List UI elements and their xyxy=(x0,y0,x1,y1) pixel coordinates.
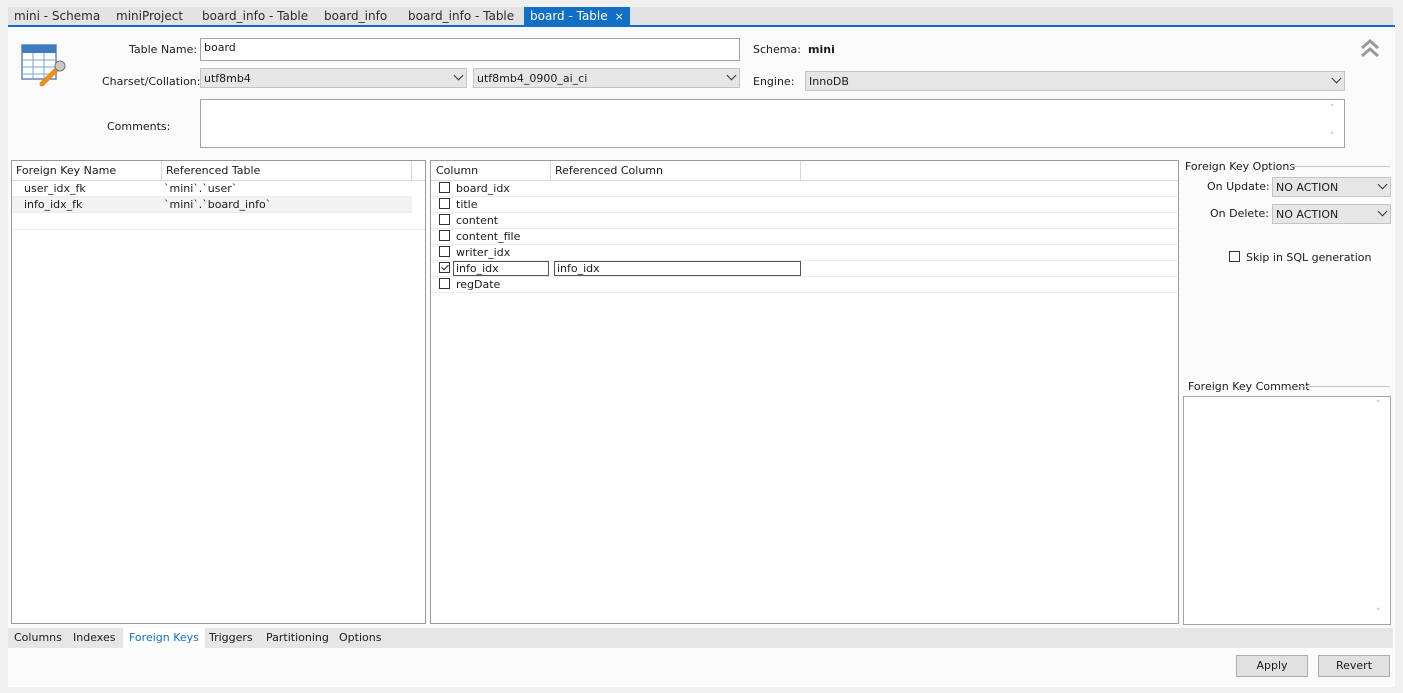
on-update-select[interactable]: NO ACTION xyxy=(1272,177,1391,197)
chevron-down-icon xyxy=(453,70,464,81)
charset-select[interactable]: utf8mb4 xyxy=(200,68,467,88)
on-update-value: NO ACTION xyxy=(1276,181,1339,194)
column-divider xyxy=(550,161,551,180)
tab-indexes[interactable]: Indexes xyxy=(73,628,115,648)
on-delete-value: NO ACTION xyxy=(1276,208,1339,221)
column-checkbox[interactable] xyxy=(439,182,450,193)
group-line xyxy=(1298,386,1390,387)
row-separator xyxy=(12,229,425,230)
column-checkbox[interactable] xyxy=(439,230,450,241)
schema-value: mini xyxy=(808,43,835,56)
scroll-down-icon[interactable]: ˅ xyxy=(1330,132,1335,142)
column-row[interactable]: title xyxy=(431,197,1178,213)
column-checkbox[interactable] xyxy=(439,246,450,257)
tab-partitioning[interactable]: Partitioning xyxy=(266,628,329,648)
schema-label: Schema: xyxy=(753,43,801,56)
chevron-down-icon xyxy=(1377,179,1388,190)
on-delete-label: On Delete: xyxy=(1210,207,1269,220)
collation-select[interactable]: utf8mb4_0900_ai_ci xyxy=(473,68,740,88)
tab-miniproject[interactable]: miniProject xyxy=(116,7,183,25)
skip-sql-label: Skip in SQL generation xyxy=(1246,251,1372,264)
column-header[interactable]: Column xyxy=(436,164,478,177)
engine-value: InnoDB xyxy=(809,75,849,88)
on-update-label: On Update: xyxy=(1207,180,1270,193)
column-divider xyxy=(800,161,801,180)
comments-textarea[interactable] xyxy=(200,99,1345,148)
column-checkbox[interactable] xyxy=(439,214,450,225)
scroll-up-icon[interactable]: ˄ xyxy=(1330,104,1335,114)
tab-board-info-table[interactable]: board_info - Table xyxy=(202,7,308,25)
table-name-label: Table Name: xyxy=(129,43,198,56)
fk-comment-title: Foreign Key Comment xyxy=(1188,380,1310,393)
fk-referenced-table: `mini`.`board_info` xyxy=(164,198,272,211)
table-editor-icon xyxy=(21,44,66,87)
charset-label: Charset/Collation: xyxy=(102,75,201,88)
skip-sql-checkbox[interactable] xyxy=(1229,251,1240,262)
column-name: content_file xyxy=(456,230,521,243)
referenced-column-cell[interactable]: info_idx xyxy=(554,261,801,276)
fk-name-header[interactable]: Foreign Key Name xyxy=(16,164,116,177)
column-row[interactable]: info_idx info_idx xyxy=(431,261,1178,277)
group-line xyxy=(1290,166,1390,167)
collation-value: utf8mb4_0900_ai_ci xyxy=(477,72,588,85)
chevron-down-icon xyxy=(726,70,737,81)
fk-options-title: Foreign Key Options xyxy=(1185,160,1296,173)
tab-options[interactable]: Options xyxy=(339,628,381,648)
column-row[interactable]: board_idx xyxy=(431,181,1178,197)
on-delete-select[interactable]: NO ACTION xyxy=(1272,204,1391,224)
column-row[interactable]: regDate xyxy=(431,277,1178,293)
tab-board-info-table-2[interactable]: board_info - Table xyxy=(408,7,514,25)
column-name: info_idx xyxy=(453,261,549,276)
column-checkbox[interactable] xyxy=(439,262,450,273)
column-name: writer_idx xyxy=(456,246,511,259)
tab-foreign-keys[interactable]: Foreign Keys xyxy=(123,628,205,648)
tab-columns[interactable]: Columns xyxy=(14,628,62,648)
table-name-input[interactable]: board xyxy=(200,38,740,61)
referenced-column-header[interactable]: Referenced Column xyxy=(555,164,663,177)
chevron-down-icon xyxy=(1331,73,1342,84)
engine-label: Engine: xyxy=(753,75,795,88)
fk-referenced-table: `mini`.`user` xyxy=(164,182,238,195)
referenced-table-header[interactable]: Referenced Table xyxy=(166,164,260,177)
column-row[interactable]: writer_idx xyxy=(431,245,1178,261)
chevron-down-icon xyxy=(1377,206,1388,217)
fk-name: user_idx_fk xyxy=(24,182,86,195)
column-name: content xyxy=(456,214,499,227)
column-checkbox[interactable] xyxy=(439,278,450,289)
tab-board-table[interactable]: board - Table × xyxy=(524,7,630,25)
columns-grid-header xyxy=(431,161,1178,181)
scroll-down-icon[interactable]: ˅ xyxy=(1376,608,1381,618)
column-name: board_idx xyxy=(456,182,510,195)
revert-button[interactable]: Revert xyxy=(1318,655,1390,677)
engine-select[interactable]: InnoDB xyxy=(805,71,1345,91)
column-checkbox[interactable] xyxy=(439,198,450,209)
column-name: title xyxy=(456,198,478,211)
column-divider xyxy=(411,161,412,180)
apply-button[interactable]: Apply xyxy=(1236,655,1308,677)
charset-value: utf8mb4 xyxy=(204,72,251,85)
fk-comment-textarea[interactable] xyxy=(1183,396,1391,625)
column-name: regDate xyxy=(456,278,501,291)
fk-row[interactable]: user_idx_fk `mini`.`user` xyxy=(12,181,412,197)
column-row[interactable]: content xyxy=(431,213,1178,229)
collapse-icon[interactable] xyxy=(1360,38,1380,58)
fk-row[interactable]: info_idx_fk `mini`.`board_info` xyxy=(12,197,412,213)
column-divider xyxy=(161,161,162,180)
fk-name: info_idx_fk xyxy=(24,198,83,211)
column-row[interactable]: content_file xyxy=(431,229,1178,245)
scroll-up-icon[interactable]: ˄ xyxy=(1376,400,1381,410)
tab-label: board - Table xyxy=(530,9,608,23)
tab-board-info[interactable]: board_info xyxy=(324,7,387,25)
close-icon[interactable]: × xyxy=(615,10,624,23)
comments-label: Comments: xyxy=(107,120,171,133)
tab-triggers[interactable]: Triggers xyxy=(209,628,253,648)
tab-mini-schema[interactable]: mini - Schema xyxy=(14,7,100,25)
